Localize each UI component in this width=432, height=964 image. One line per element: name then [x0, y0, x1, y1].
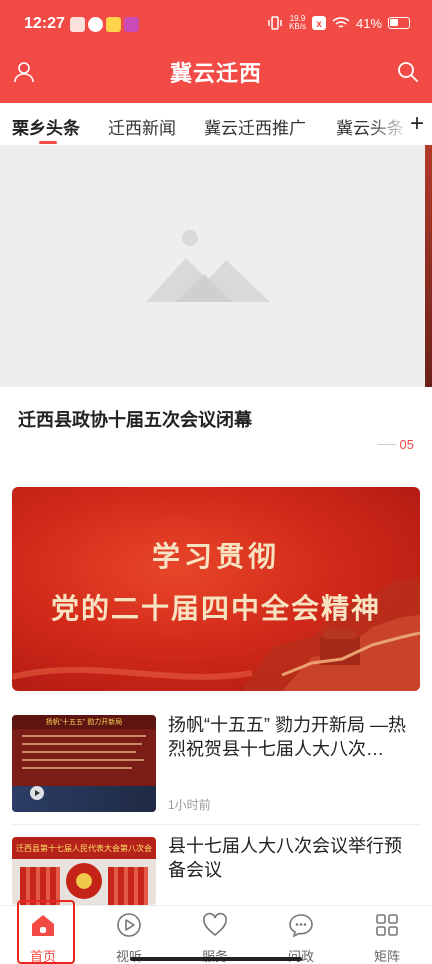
battery-icon — [388, 17, 410, 29]
carousel-next-peek — [425, 145, 432, 387]
news-thumbnail: 迁西县第十七届人民代表大会第八次会议 — [12, 837, 156, 905]
carousel-pager: 05 — [377, 437, 414, 452]
grid-icon — [376, 914, 398, 936]
nav-inquiry[interactable]: 问政 — [258, 906, 344, 964]
tab-fade — [370, 103, 410, 145]
net-speed-unit: KB/s — [289, 22, 306, 31]
pager-number: 05 — [399, 437, 414, 452]
vibrate-icon — [268, 16, 282, 30]
battery-percent: 41% — [355, 15, 382, 31]
promo-banner[interactable]: 学习贯彻 党的二十届四中全会精神 — [12, 487, 420, 691]
app-notification-icon-3 — [124, 17, 139, 32]
signal-icon: x — [311, 16, 326, 30]
news-time: 1小时前 — [168, 798, 211, 812]
thumb-heading: 迁西县第十七届人民代表大会第八次会议 — [16, 844, 152, 853]
flags-right — [108, 867, 148, 905]
tab-lixiang-toutiao[interactable]: 栗乡头条 — [12, 114, 80, 139]
thumb-text-line — [22, 743, 142, 745]
promo-line-1: 学习贯彻 — [151, 541, 280, 572]
wifi-icon — [332, 17, 350, 28]
pager-line — [377, 444, 396, 445]
nav-media-label: 视听 — [115, 949, 142, 964]
svg-text:x: x — [316, 19, 322, 30]
heart-icon — [203, 912, 227, 937]
app-title: 冀云迁西 — [169, 61, 262, 86]
carousel-title: 迁西县政协十届五次会议闭幕 — [18, 410, 252, 430]
app-notification-icon — [88, 17, 103, 32]
news-title: 县十七届人大八次会议举行预备会议 — [168, 836, 402, 880]
nav-services[interactable]: 服务 — [172, 906, 258, 964]
nav-matrix-label: 矩阵 — [373, 949, 400, 964]
thumb-heading: 扬帆“十五五” 勠力开新局 — [45, 719, 123, 726]
news-item[interactable]: 扬帆“十五五” 勠力开新局 扬帆“十五五” 勠力开新局 —热烈祝贺县十七届人大八… — [0, 703, 432, 825]
thumb-text-line — [22, 735, 146, 737]
notification-icon — [70, 17, 85, 32]
news-title: 扬帆“十五五” 勠力开新局 —热烈祝贺县十七届人大八次… — [168, 715, 406, 759]
nav-inquiry-label: 问政 — [258, 946, 344, 964]
status-bar: 12:27 19.9 KB/s x 41% — [0, 0, 432, 50]
tab-jiyun-qianxi-promo[interactable]: 冀云迁西推广 — [204, 114, 306, 139]
carousel-caption[interactable]: 迁西县政协十届五次会议闭幕 05 — [0, 387, 432, 475]
news-item[interactable]: 迁西县第十七届人民代表大会第八次会议 县十七届人大八次会议举行预备会议 — [0, 825, 432, 905]
channel-tabs: 栗乡头条 迁西新闻 冀云迁西推广 冀云头条 + — [0, 103, 432, 145]
search-icon[interactable] — [396, 60, 420, 84]
nav-matrix[interactable]: 矩阵 — [344, 906, 430, 964]
play-circle-icon — [117, 913, 141, 937]
thumb-text-line — [22, 767, 132, 769]
tab-qianxi-news[interactable]: 迁西新闻 — [108, 114, 176, 139]
status-time: 12:27 — [24, 15, 65, 32]
promo-section: 学习贯彻 党的二十届四中全会精神 — [0, 475, 432, 703]
status-right: 19.9 KB/s x 41% — [267, 15, 410, 31]
news-thumbnail: 扬帆“十五五” 勠力开新局 — [12, 715, 156, 812]
app-notification-icon-2 — [106, 17, 121, 32]
nav-media[interactable]: 视听 — [86, 906, 172, 964]
thumb-text-line — [22, 751, 136, 753]
promo-line-2: 党的二十届四中全会精神 — [50, 593, 381, 624]
emblem-icon — [66, 863, 102, 899]
add-channel-icon[interactable]: + — [410, 112, 424, 136]
top-bar: 12:27 19.9 KB/s x 41% 冀云迁西 — [0, 0, 432, 103]
gesture-home-bar[interactable] — [130, 957, 302, 961]
app-screen: 12:27 19.9 KB/s x 41% 冀云迁西 栗乡头条 迁西新闻 冀云迁… — [0, 0, 432, 964]
home-highlight-box — [17, 900, 75, 964]
thumb-text-line — [22, 759, 144, 761]
image-placeholder-icon — [146, 230, 270, 302]
chat-bubble-icon — [289, 914, 313, 938]
nav-services-label: 服务 — [172, 946, 258, 964]
active-tab-indicator — [39, 141, 57, 144]
play-icon — [30, 786, 44, 800]
net-speed: 19.9 KB/s — [289, 15, 306, 31]
